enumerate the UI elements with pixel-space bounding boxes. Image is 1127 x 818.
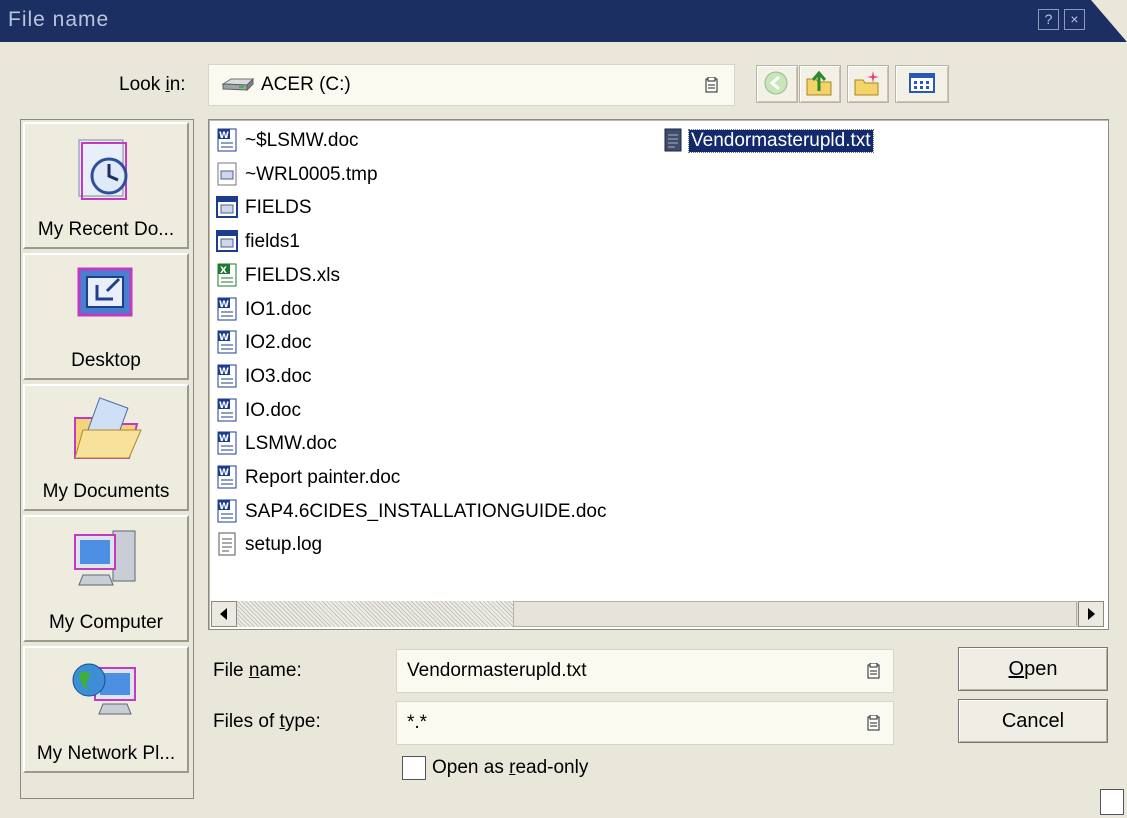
look-in-combo[interactable]: ACER (C:) [208, 64, 735, 106]
file-type-select[interactable]: *.* [396, 701, 894, 745]
file-name: IO2.doc [245, 332, 312, 354]
svg-text:W: W [219, 367, 229, 377]
word-doc-icon: W [217, 465, 237, 489]
places-bar: My Recent Do... Desktop My Documents My … [20, 119, 194, 799]
file-name: ~WRL0005.tmp [245, 163, 378, 185]
dropdown-icon[interactable] [705, 76, 718, 93]
help-button[interactable]: ? [1038, 9, 1059, 30]
file-name: setup.log [245, 534, 323, 556]
text-file-icon [664, 128, 682, 152]
my-documents-icon [74, 397, 142, 459]
file-name: ~$LSMW.doc [245, 130, 359, 151]
back-icon [764, 71, 788, 95]
svg-text:W: W [219, 502, 229, 512]
file-name: Report painter.doc [245, 467, 401, 488]
close-button[interactable]: × [1064, 9, 1085, 30]
window-title: File name [8, 8, 110, 31]
svg-text:W: W [219, 468, 229, 478]
svg-text:W: W [219, 434, 229, 444]
temp-file-icon [217, 162, 237, 186]
file-type-label: Files of type: [213, 711, 321, 732]
file-name: IO.doc [245, 399, 301, 421]
word-doc-icon: W [217, 398, 237, 422]
look-in-value: ACER (C:) [261, 74, 351, 95]
place-label: My Computer [48, 612, 164, 633]
up-folder-button[interactable] [799, 65, 841, 103]
word-doc-icon: W [217, 297, 237, 320]
svg-text:W: W [219, 401, 229, 411]
desktop-icon [77, 267, 133, 317]
place-desktop[interactable]: Desktop [23, 253, 189, 380]
scroll-track[interactable] [237, 601, 513, 627]
dropdown-icon[interactable] [867, 662, 880, 679]
place-label: My Documents [42, 481, 170, 502]
file-name: FIELDS [245, 197, 312, 219]
new-folder-icon [854, 71, 879, 96]
read-only-checkbox[interactable] [402, 756, 426, 780]
form-file-icon [216, 196, 238, 219]
svg-text:W: W [219, 131, 229, 141]
up-folder-icon [806, 70, 832, 96]
back-button[interactable] [756, 65, 798, 103]
word-doc-icon: W [217, 128, 237, 152]
file-type-value: *.* [407, 712, 428, 733]
open-button[interactable]: Open [958, 647, 1108, 691]
cancel-button[interactable]: Cancel [958, 699, 1108, 743]
network-places-icon [72, 663, 136, 715]
file-name: fields1 [245, 231, 300, 253]
read-only-label[interactable]: Open as read-only [432, 757, 588, 779]
view-menu-icon [909, 73, 935, 93]
file-name: SAP4.6CIDES_INSTALLATIONGUIDE.doc [245, 500, 607, 522]
my-computer-icon [74, 530, 136, 586]
arrow-right-icon [1088, 608, 1095, 620]
place-label: My Network Pl... [36, 743, 176, 764]
file-name: LSMW.doc [245, 433, 337, 455]
file-name: IO3.doc [245, 365, 312, 387]
horizontal-scrollbar[interactable] [211, 601, 1104, 627]
word-doc-icon: W [217, 499, 237, 523]
file-name-input[interactable]: Vendormasterupld.txt [396, 649, 894, 693]
place-my-documents[interactable]: My Documents [23, 384, 189, 511]
excel-file-icon: X [217, 263, 237, 287]
place-my-computer[interactable]: My Computer [23, 515, 189, 642]
place-label: My Recent Do... [37, 219, 175, 240]
text-file-icon [218, 532, 236, 556]
word-doc-icon: W [217, 330, 237, 354]
recent-documents-icon [78, 139, 128, 200]
word-doc-icon: W [217, 431, 237, 455]
dropdown-icon[interactable] [867, 714, 880, 731]
word-doc-icon: W [217, 364, 237, 388]
scroll-right-button[interactable] [1078, 601, 1104, 627]
file-name: FIELDS.xls [245, 264, 341, 286]
new-folder-button[interactable] [847, 65, 889, 103]
svg-text:W: W [219, 333, 229, 343]
file-name-value: Vendormasterupld.txt [407, 660, 587, 681]
resize-grip[interactable] [1100, 789, 1124, 815]
place-label: Desktop [71, 350, 141, 371]
svg-text:X: X [220, 266, 227, 276]
view-menu-button[interactable] [895, 65, 949, 103]
place-recent[interactable]: My Recent Do... [23, 122, 189, 249]
svg-text:W: W [219, 300, 229, 310]
look-in-label: Look in: [119, 74, 186, 95]
title-bar: File name ? × [0, 0, 1127, 42]
arrow-left-icon [220, 608, 227, 620]
file-name: IO1.doc [245, 298, 312, 320]
file-name-label: File name: [213, 660, 302, 681]
form-file-icon [216, 230, 238, 253]
scroll-thumb[interactable] [513, 601, 1077, 627]
scroll-left-button[interactable] [211, 601, 237, 627]
file-list[interactable]: W ~$LSMW.doc ~WRL0005.tmp FIELDS fields1 X FIE… [208, 119, 1109, 630]
place-network[interactable]: My Network Pl... [23, 646, 189, 773]
file-name: Vendormasterupld.txt [688, 129, 874, 153]
drive-icon [221, 77, 255, 99]
